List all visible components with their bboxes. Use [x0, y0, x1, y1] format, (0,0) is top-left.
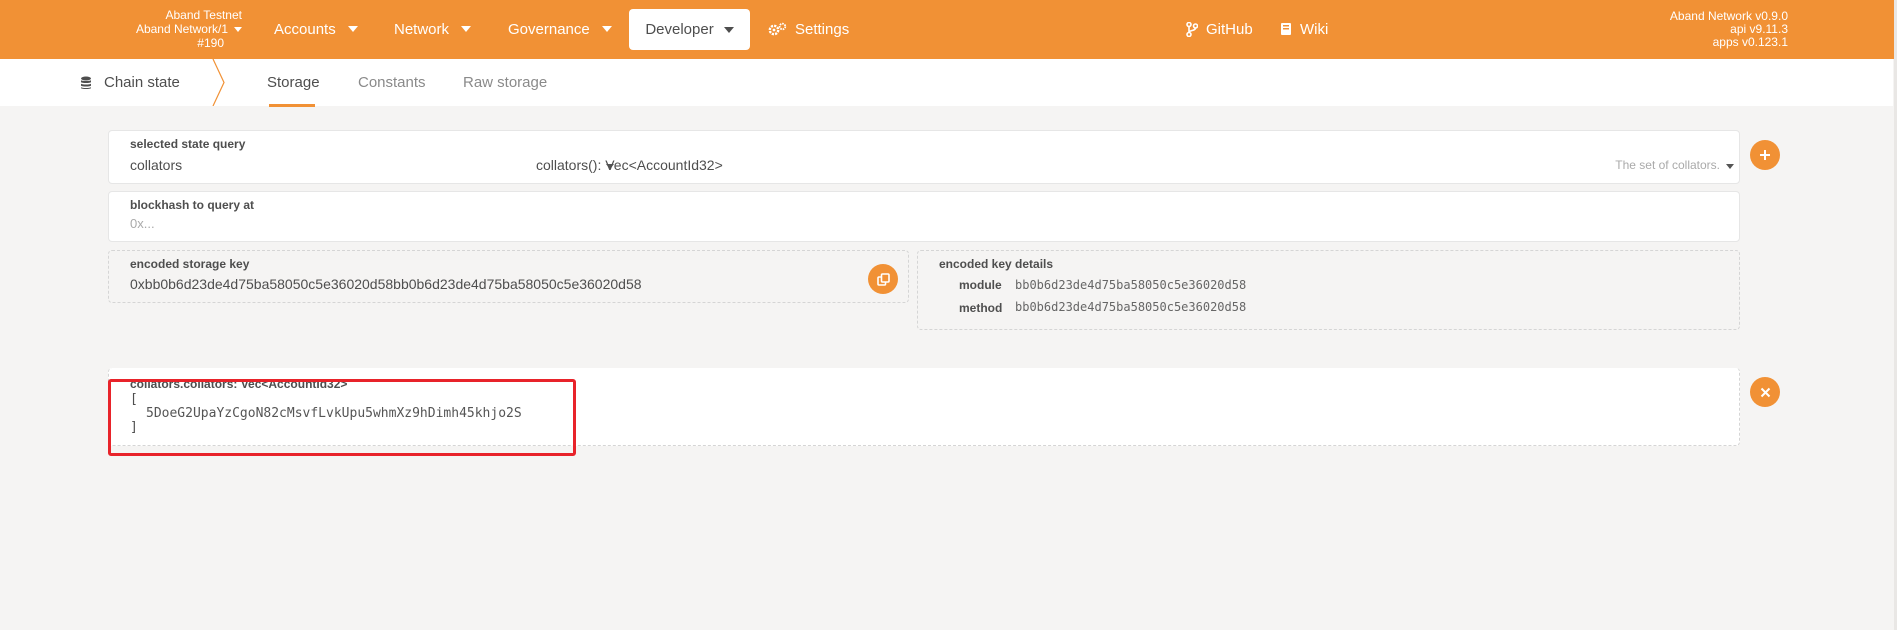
tab-constants[interactable]: Constants — [358, 59, 426, 106]
state-query-selector: selected state query collators collators… — [108, 130, 1740, 184]
copy-button[interactable] — [868, 264, 898, 294]
module-value: collators — [130, 157, 183, 173]
method-description: The set of collators. — [1615, 158, 1720, 172]
chevron-down-icon — [1726, 164, 1734, 169]
nav-github[interactable]: GitHub — [1186, 0, 1253, 58]
chevron-down-icon — [461, 26, 472, 32]
blockhash-input[interactable]: 0x... — [130, 216, 1720, 236]
nav-wiki[interactable]: Wiki — [1280, 0, 1328, 58]
version-info: Aband Network v0.9.0 api v9.11.3 apps v0… — [1670, 10, 1788, 49]
nav-developer[interactable]: Developer — [629, 9, 750, 50]
close-icon — [1760, 387, 1770, 397]
blockhash-field: blockhash to query at 0x... — [108, 191, 1740, 242]
network-name: Aband Network/1 — [135, 22, 228, 36]
chain-state-section: Chain state — [80, 59, 180, 106]
apps-version: apps v0.123.1 — [1712, 35, 1788, 49]
nav-developer-label: Developer — [645, 21, 714, 38]
chain-name: Aband Testnet — [165, 8, 242, 22]
chevron-down-icon — [347, 26, 358, 32]
breadcrumb-separator — [212, 59, 225, 106]
key-details-label: encoded key details — [939, 257, 1054, 271]
nav-governance-label: Governance — [508, 20, 590, 38]
tab-raw-storage[interactable]: Raw storage — [463, 59, 547, 106]
nav-governance[interactable]: Governance — [508, 0, 612, 58]
remove-query-button[interactable] — [1750, 377, 1780, 407]
chevron-down-icon — [723, 26, 734, 33]
method-label: method — [959, 301, 1003, 315]
gears-icon — [768, 22, 787, 35]
encoded-key-details: encoded key details module bb0b6d23de4d7… — [917, 250, 1740, 330]
top-navigation-bar: Aband Testnet Aband Network/1 #190 Accou… — [0, 0, 1897, 59]
nav-accounts[interactable]: Accounts — [274, 0, 358, 58]
chain-selector[interactable]: Aband Testnet Aband Network/1 #190 — [110, 8, 242, 50]
tab-storage[interactable]: Storage — [267, 59, 320, 106]
chevron-down-icon — [601, 26, 612, 32]
nav-settings[interactable]: Settings — [768, 0, 849, 58]
blockhash-label: blockhash to query at — [130, 198, 255, 212]
nav-network[interactable]: Network — [394, 0, 472, 58]
nav-network-label: Network — [394, 20, 450, 38]
nav-settings-label: Settings — [795, 20, 850, 38]
nav-github-label: GitHub — [1206, 20, 1253, 38]
code-branch-icon — [1186, 21, 1198, 37]
selected-query-label: selected state query — [130, 137, 246, 151]
encoded-storage-key-field: encoded storage key 0xbb0b6d23de4d75ba58… — [108, 250, 909, 303]
module-label: module — [959, 278, 1002, 292]
active-tab-indicator — [269, 104, 315, 107]
method-signature: collators(): Vec<AccountId32> — [536, 157, 723, 173]
plus-icon — [1760, 150, 1770, 160]
block-number: #190 — [197, 36, 224, 50]
method-hash: bb0b6d23de4d75ba58050c5e36020d58 — [1015, 300, 1247, 314]
storage-key-value: 0xbb0b6d23de4d75ba58050c5e36020d58bb0b6d… — [130, 276, 642, 292]
chevron-down-icon — [234, 26, 242, 32]
nav-accounts-label: Accounts — [274, 20, 336, 38]
database-icon — [81, 76, 91, 89]
sub-navigation-bar: Chain state Storage Constants Raw storag… — [0, 59, 1893, 106]
highlight-box — [108, 379, 576, 456]
add-query-button[interactable] — [1750, 140, 1780, 170]
module-hash: bb0b6d23de4d75ba58050c5e36020d58 — [1015, 278, 1247, 292]
book-icon — [1281, 23, 1291, 35]
method-dropdown[interactable]: collators(): Vec<AccountId32> The set of… — [536, 155, 1734, 177]
storage-key-label: encoded storage key — [130, 257, 250, 271]
nav-wiki-label: Wiki — [1300, 20, 1329, 38]
copy-icon — [876, 272, 890, 286]
section-title: Chain state — [104, 74, 180, 91]
